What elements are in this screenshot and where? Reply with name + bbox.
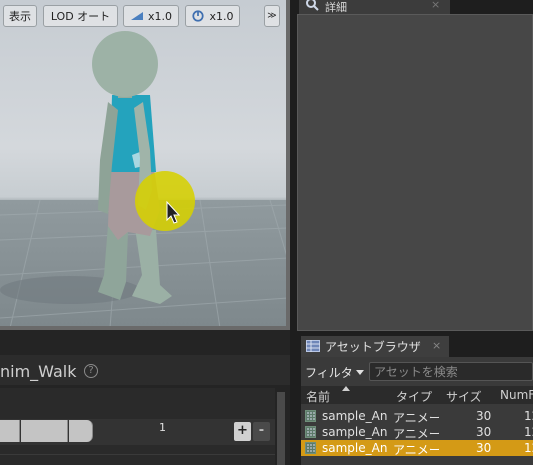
tab-details-label: 詳細 <box>325 1 347 14</box>
sort-ascending-icon[interactable] <box>342 386 350 391</box>
row-frames: 12 <box>524 409 533 423</box>
playrate-icon <box>192 10 205 22</box>
speed-icon <box>130 12 143 20</box>
speed-menu-button[interactable]: x1.0 <box>123 5 179 27</box>
column-header-type[interactable]: タイプ <box>396 388 432 405</box>
row-size: 30 <box>476 425 492 439</box>
close-icon[interactable]: × <box>432 339 441 352</box>
row-size: 30 <box>476 409 492 423</box>
filter-label: フィルタ <box>305 365 353 380</box>
chevron-down-icon <box>355 369 364 375</box>
row-name: sample_Anim <box>322 441 388 455</box>
viewport-overflow-button[interactable]: ≫ <box>264 5 280 27</box>
character-scene <box>0 31 288 328</box>
scrub-segment[interactable] <box>0 420 20 442</box>
filter-button[interactable]: フィルタ <box>305 363 364 381</box>
animation-scrollbar[interactable] <box>277 392 285 465</box>
row-frames: 12 <box>524 441 533 455</box>
row-frames: 12 <box>524 425 533 439</box>
playrate-label: x1.0 <box>209 9 234 23</box>
scrub-segment[interactable] <box>69 420 93 442</box>
lod-menu-label: LOD オート <box>50 10 111 23</box>
animation-asset-icon <box>305 426 316 438</box>
viewport[interactable]: 表示 LOD オート x1.0 x1.0 ≫ <box>0 0 288 328</box>
search-icon <box>306 0 319 11</box>
asset-search-input[interactable] <box>369 362 533 381</box>
close-icon[interactable]: × <box>431 0 440 11</box>
row-name: sample_Anim <box>322 425 388 439</box>
row-type: アニメー <box>393 443 439 457</box>
column-header-frames[interactable]: NumFr <box>500 388 533 402</box>
animation-asset-icon <box>305 410 316 422</box>
tab-asset-browser-label: アセットブラウザ <box>325 340 421 354</box>
add-frame-button[interactable]: + <box>234 422 251 441</box>
row-name: sample_Anim <box>322 409 388 423</box>
help-icon[interactable]: ? <box>84 364 98 378</box>
details-panel <box>297 14 533 331</box>
speed-label: x1.0 <box>147 9 172 23</box>
scrub-segment[interactable] <box>21 420 68 442</box>
column-header-size[interactable]: サイズ <box>446 388 482 405</box>
grid-icon <box>306 340 320 352</box>
animation-asset-icon <box>305 442 316 454</box>
divider <box>0 454 275 455</box>
show-menu-button[interactable]: 表示 <box>3 5 37 27</box>
overflow-chevron-icon: ≫ <box>267 11 277 21</box>
animation-title: nim_Walk <box>0 362 77 381</box>
tab-details[interactable]: 詳細 × <box>299 0 450 14</box>
tab-asset-browser[interactable]: アセットブラウザ × <box>301 336 449 357</box>
column-header-name[interactable]: 名前 <box>306 388 330 405</box>
frame-number: 1 <box>159 421 166 434</box>
lod-menu-button[interactable]: LOD オート <box>43 5 118 27</box>
show-menu-label: 表示 <box>9 10 31 23</box>
remove-frame-button[interactable]: - <box>253 422 270 441</box>
playrate-menu-button[interactable]: x1.0 <box>185 5 240 27</box>
row-size: 30 <box>476 441 492 455</box>
